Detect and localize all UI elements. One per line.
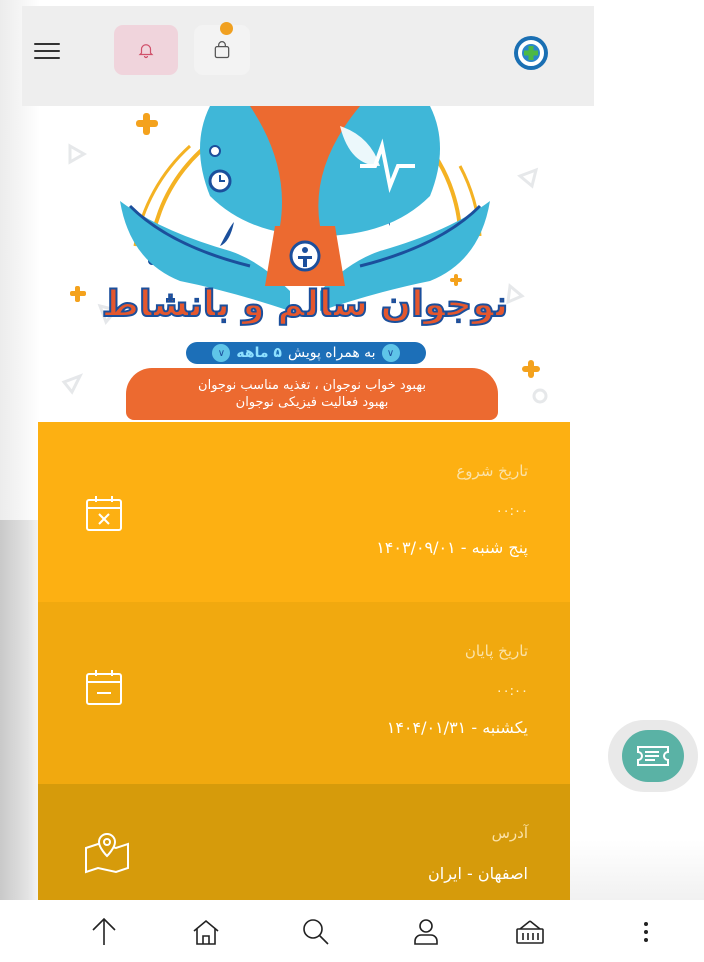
start-date: پنج شنبه - ۱۴۰۳/۰۹/۰۱ [376, 538, 528, 557]
app-header [22, 6, 594, 106]
bell-icon [138, 44, 154, 59]
search-icon [303, 919, 329, 945]
background-shade-left-lower [0, 520, 40, 920]
profile-button[interactable] [406, 914, 446, 950]
basket-icon [516, 920, 544, 944]
end-date: یکشنبه - ۱۴۰۴/۰۱/۳۱ [386, 718, 528, 737]
home-icon [193, 919, 219, 945]
poster-banner: بهبود خواب نوجوان ، تغذیه مناسب نوجوان ب… [126, 368, 498, 420]
ticket-button-inner [622, 730, 684, 782]
end-date-label: تاریخ پایان [464, 642, 528, 660]
start-time: ۰۰:۰۰ [495, 504, 528, 519]
ticket-button[interactable] [608, 720, 698, 792]
bottom-navigation [0, 900, 704, 962]
basket-button[interactable] [510, 914, 550, 950]
campaign-poster: نوجوان سالم و بانشاط ∨ به همراه پویش ۵ م… [40, 106, 570, 422]
calendar-minus-icon [86, 670, 122, 705]
poster-subtitle-highlight: ۵ ماهه [236, 345, 282, 361]
poster-title: نوجوان سالم و بانشاط [101, 283, 510, 326]
background-shade-right [564, 840, 704, 900]
poster-banner-line2: بهبود فعالیت فیزیکی نوجوان [235, 395, 389, 410]
poster-subtitle-prefix: به همراه پویش [287, 345, 376, 361]
poster-banner-line1: بهبود خواب نوجوان ، تغذیه مناسب نوجوان [198, 378, 426, 393]
start-date-section: تاریخ شروع ۰۰:۰۰ پنج شنبه - ۱۴۰۳/۰۹/۰۱ [38, 422, 570, 602]
user-icon [414, 919, 438, 945]
arrow-up-icon [92, 917, 116, 945]
start-date-label: تاریخ شروع [456, 462, 528, 480]
chevron-down-icon: ∨ [381, 344, 400, 362]
cart-badge [220, 22, 233, 35]
chevron-down-icon: ∨ [212, 344, 231, 362]
logo-emblem [516, 38, 546, 68]
address-value: اصفهان - ایران [428, 864, 528, 883]
logo[interactable] [514, 36, 548, 70]
map-pin-icon [85, 832, 129, 874]
end-time: ۰۰:۰۰ [495, 684, 528, 699]
shopping-bag-icon [214, 41, 230, 59]
calendar-x-icon [86, 496, 122, 531]
ticket-icon [637, 746, 669, 766]
more-options-button[interactable] [626, 914, 666, 950]
address-section: آدرس اصفهان - ایران [38, 784, 570, 900]
address-label: آدرس [491, 824, 528, 842]
end-date-section: تاریخ پایان ۰۰:۰۰ یکشنبه - ۱۴۰۴/۰۱/۳۱ [38, 602, 570, 784]
notifications-button[interactable] [114, 25, 178, 75]
more-vertical-icon [644, 922, 648, 942]
scroll-top-button[interactable] [84, 914, 124, 950]
home-button[interactable] [186, 914, 226, 950]
poster-subtitle: ∨ به همراه پویش ۵ ماهه ∨ [186, 342, 426, 364]
menu-icon[interactable] [34, 40, 60, 62]
search-button[interactable] [296, 914, 336, 950]
